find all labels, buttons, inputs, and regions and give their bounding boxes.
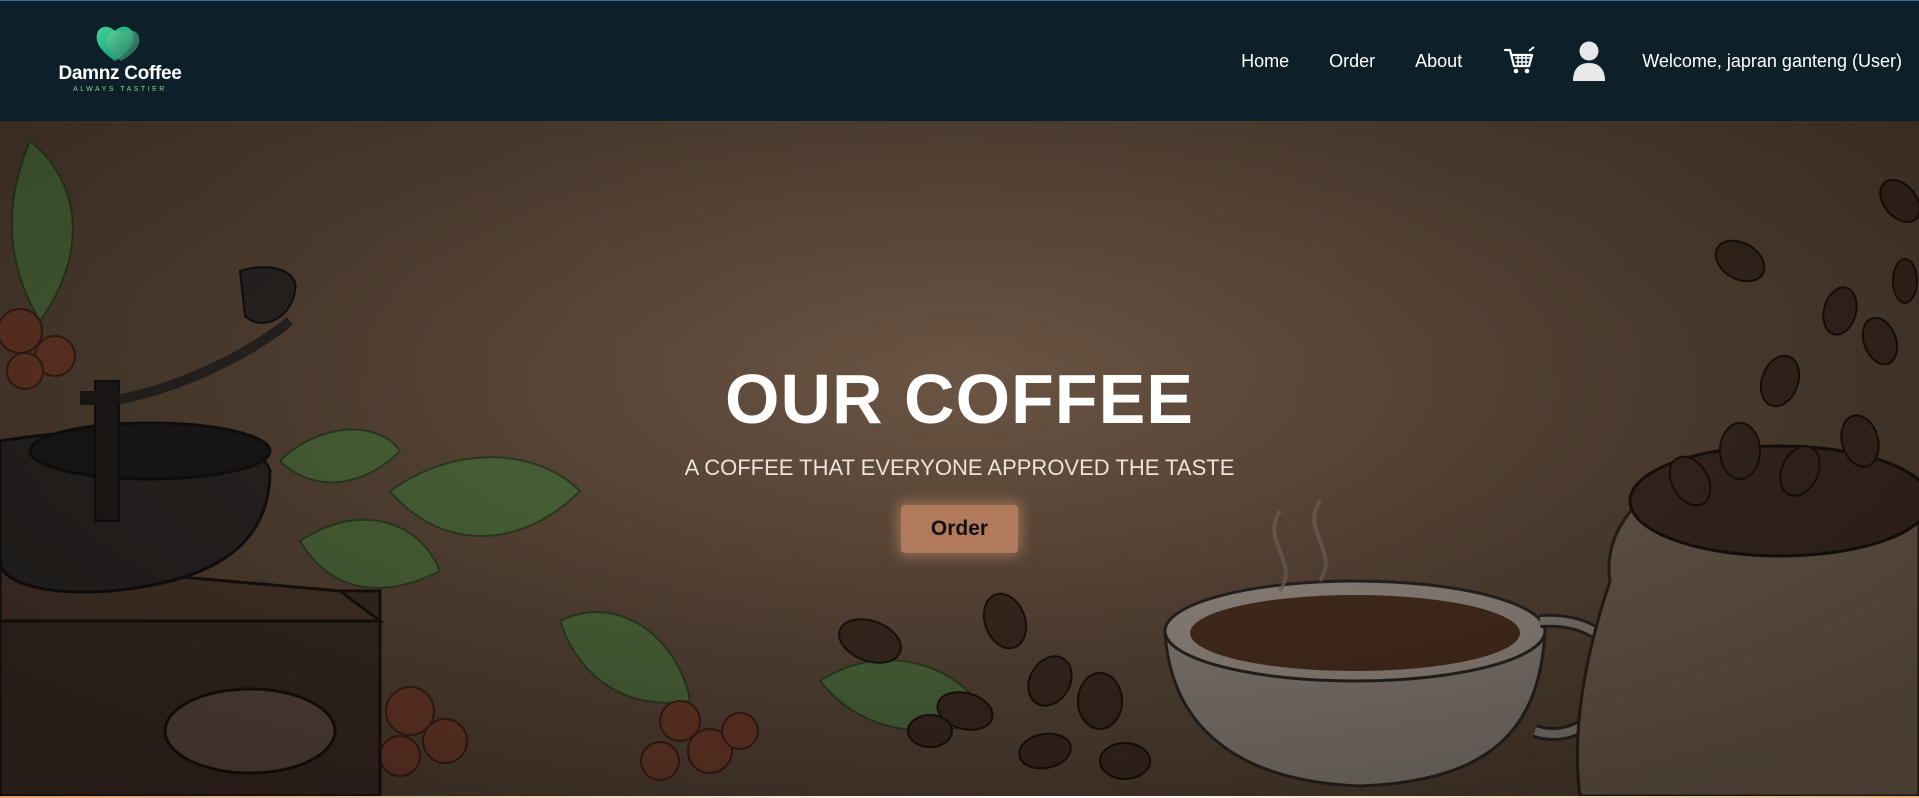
top-navbar: Damnz Coffee ALWAYS TASTIER Home Order A… <box>0 0 1919 121</box>
brand-logo[interactable]: Damnz Coffee ALWAYS TASTIER <box>55 23 185 97</box>
nav-order-link[interactable]: Order <box>1329 51 1375 72</box>
order-button[interactable]: Order <box>901 505 1018 553</box>
user-icon[interactable] <box>1571 40 1607 82</box>
heart-logo-icon <box>96 26 140 61</box>
brand-name: Damnz Coffee <box>58 63 182 84</box>
nav-home-link[interactable]: Home <box>1241 51 1289 72</box>
hero-section: OUR COFFEE A COFFEE THAT EVERYONE APPROV… <box>0 121 1919 796</box>
nav-about-link[interactable]: About <box>1415 51 1462 72</box>
welcome-text: Welcome, japran ganteng (User) <box>1642 50 1902 71</box>
hero-subtitle: A COFFEE THAT EVERYONE APPROVED THE TAST… <box>684 455 1235 480</box>
brand-tagline: ALWAYS TASTIER <box>73 86 167 93</box>
hero-title: OUR COFFEE <box>725 360 1194 438</box>
main-nav: Home Order About Welcome, japran ganteng… <box>1241 1 1919 121</box>
cart-icon[interactable] <box>1502 44 1536 78</box>
